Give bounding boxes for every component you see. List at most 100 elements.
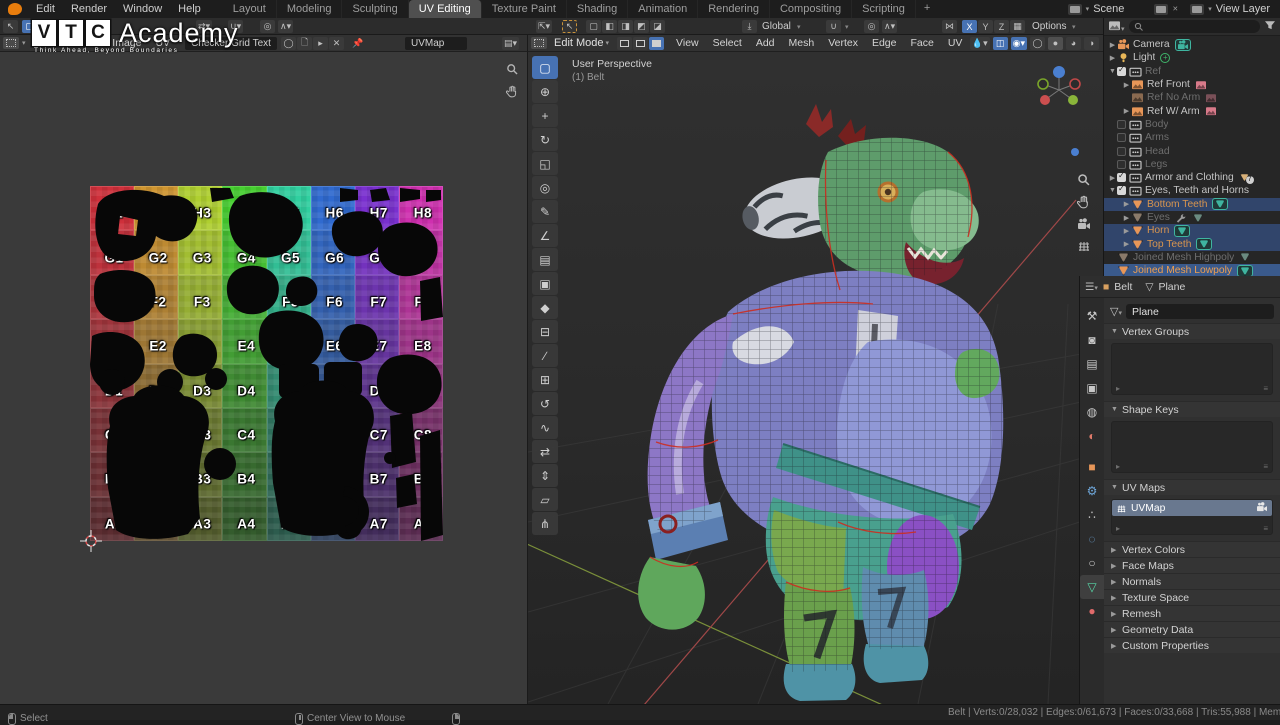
workspace-tab-uv-editing[interactable]: UV Editing bbox=[409, 0, 482, 18]
tool-spin[interactable]: ↺ bbox=[532, 392, 558, 415]
select-mode-extend-icon[interactable]: ◧ bbox=[602, 20, 617, 33]
overlays-icon[interactable]: ◉▾ bbox=[1011, 37, 1027, 50]
snap-caret[interactable]: ▾ bbox=[845, 20, 849, 33]
uv-map-field[interactable]: UVMap bbox=[405, 37, 467, 50]
shading-rendered-icon[interactable]: ◑ bbox=[1084, 37, 1099, 50]
outliner-row-horn[interactable]: ▶Horn bbox=[1104, 224, 1280, 237]
viewport-canvas[interactable]: ▢⊕+↻◱◎✎∠▤▣◆⊟∕⊞↺∿⇄⇕▱⋔ User Perspective (1… bbox=[527, 52, 1103, 704]
outliner-row-bottom-teeth[interactable]: ▶Bottom Teeth bbox=[1104, 198, 1280, 211]
expand-arrow[interactable]: ▼ bbox=[1108, 187, 1117, 194]
render-camera-icon[interactable] bbox=[1256, 502, 1268, 515]
visibility-checkbox[interactable] bbox=[1117, 173, 1126, 182]
xray-toggle-icon[interactable]: ◫ bbox=[993, 37, 1008, 50]
vp-menu-view[interactable]: View bbox=[669, 37, 706, 49]
workspace-tab-texture-paint[interactable]: Texture Paint bbox=[482, 0, 567, 18]
properties-tab-object[interactable]: ■ bbox=[1080, 455, 1104, 479]
properties-editor-icon[interactable]: ☰▾ bbox=[1085, 281, 1098, 293]
vp-tool-dropdown-icon[interactable]: ⇱▾ bbox=[536, 20, 552, 33]
panel-header-normals[interactable]: ▶Normals bbox=[1104, 573, 1280, 589]
list-grip[interactable]: ▸≡ bbox=[1116, 524, 1268, 533]
breadcrumb-data[interactable]: Plane bbox=[1158, 281, 1185, 293]
expand-arrow[interactable]: ▶ bbox=[1108, 54, 1117, 62]
mode-icon[interactable] bbox=[531, 37, 547, 49]
select-mode-subtract-icon[interactable]: ◨ bbox=[618, 20, 633, 33]
menu-edit[interactable]: Edit bbox=[28, 2, 63, 16]
mirror-y-button[interactable]: Y bbox=[978, 20, 993, 33]
eyedropper-icon[interactable]: 💧▾ bbox=[970, 37, 990, 50]
snap-cage-icon[interactable]: ▦ bbox=[1010, 20, 1025, 33]
select-mode-new-icon[interactable]: ▢ bbox=[586, 20, 601, 33]
navigation-gizmo[interactable] bbox=[1031, 62, 1087, 118]
vp-menu-face[interactable]: Face bbox=[904, 37, 941, 49]
mirror-z-button[interactable]: Z bbox=[994, 20, 1009, 33]
tool-shear[interactable]: ▱ bbox=[532, 488, 558, 511]
pin-icon[interactable]: 📌 bbox=[350, 37, 365, 50]
orientation-value[interactable]: Global bbox=[762, 20, 791, 33]
mirror-x-button[interactable]: X bbox=[962, 20, 977, 33]
tool-smooth[interactable]: ∿ bbox=[532, 416, 558, 439]
visibility-checkbox[interactable] bbox=[1117, 133, 1126, 142]
vp-zoom-icon[interactable] bbox=[1073, 170, 1095, 189]
snap-magnet-icon[interactable]: ∪ bbox=[826, 20, 841, 33]
open-image-icon[interactable]: ▸ bbox=[313, 37, 328, 50]
new-image-icon[interactable]: 🗋 bbox=[297, 37, 312, 50]
img-d-icon[interactable] bbox=[1205, 106, 1217, 116]
unlink-scene-icon[interactable]: ✕ bbox=[1172, 5, 1178, 13]
expand-arrow[interactable]: ▶ bbox=[1122, 81, 1131, 89]
tool-inset-faces[interactable]: ▣ bbox=[532, 272, 558, 295]
workspace-add-tab[interactable]: + bbox=[916, 0, 938, 18]
properties-tab-material[interactable]: ● bbox=[1080, 599, 1104, 623]
vp-hand-icon[interactable] bbox=[1073, 192, 1095, 211]
menu-window[interactable]: Window bbox=[115, 2, 170, 16]
tool-poly-build[interactable]: ⊞ bbox=[532, 368, 558, 391]
shading-wireframe-icon[interactable]: ◯ bbox=[1030, 37, 1045, 50]
outliner-row-eyes-teeth-and-horns[interactable]: ▼Eyes, Teeth and Horns bbox=[1104, 184, 1280, 197]
vertex-select-icon[interactable] bbox=[617, 37, 632, 50]
tool-shrink-fatten[interactable]: ⇕ bbox=[532, 464, 558, 487]
panel-header-geometry-data[interactable]: ▶Geometry Data bbox=[1104, 621, 1280, 637]
outliner-row-light[interactable]: ▶Light+ bbox=[1104, 51, 1280, 64]
panel-list-vertex-groups[interactable]: ▸≡ bbox=[1111, 343, 1273, 395]
list-grip[interactable]: ▸≡ bbox=[1116, 462, 1268, 471]
uv-hand-icon[interactable] bbox=[503, 82, 521, 100]
tool-rotate[interactable]: ↻ bbox=[532, 128, 558, 151]
vp-menu-uv[interactable]: UV bbox=[941, 37, 970, 49]
mesh-dim-icon[interactable] bbox=[1239, 252, 1251, 262]
face-select-icon[interactable] bbox=[649, 37, 664, 50]
view-layer-icon[interactable] bbox=[1190, 4, 1204, 15]
properties-tab-scene[interactable]: ◍ bbox=[1080, 400, 1104, 424]
properties-tab-output[interactable]: ▤ bbox=[1080, 352, 1104, 376]
panel-header-face-maps[interactable]: ▶Face Maps bbox=[1104, 557, 1280, 573]
tool-measure[interactable]: ∠ bbox=[532, 224, 558, 247]
outliner-display-mode-icon[interactable]: ▾ bbox=[1108, 20, 1125, 34]
view-layer-caret[interactable]: ▾ bbox=[1208, 5, 1212, 13]
outliner-row-ref-front[interactable]: ▶Ref Front bbox=[1104, 78, 1280, 91]
workspace-tab-rendering[interactable]: Rendering bbox=[698, 0, 770, 18]
visibility-checkbox[interactable] bbox=[1117, 186, 1126, 195]
select-mode-intersect-icon[interactable]: ◪ bbox=[650, 20, 665, 33]
panel-header-vertex-groups[interactable]: ▼Vertex Groups bbox=[1104, 323, 1280, 339]
proportional-edit-icon[interactable]: ◎ bbox=[864, 20, 879, 33]
mirror-icon[interactable]: ⋈ bbox=[942, 20, 957, 33]
outliner-filter-icon[interactable] bbox=[1264, 20, 1276, 33]
vp-ortho-grid-icon[interactable] bbox=[1073, 236, 1095, 255]
options-caret[interactable]: ▾ bbox=[1072, 20, 1076, 33]
mesh-sel-icon[interactable] bbox=[1212, 198, 1228, 210]
vp-menu-mesh[interactable]: Mesh bbox=[782, 37, 822, 49]
vp-camera-icon[interactable] bbox=[1073, 214, 1095, 233]
panel-header-texture-space[interactable]: ▶Texture Space bbox=[1104, 589, 1280, 605]
mesh-dim-icon[interactable] bbox=[1192, 213, 1204, 223]
vp-active-tool-icon[interactable]: ↖ bbox=[562, 20, 577, 33]
properties-tab-world[interactable]: ◐ bbox=[1080, 424, 1104, 448]
orientation-caret[interactable]: ▾ bbox=[797, 20, 801, 33]
mode-caret[interactable]: ▾ bbox=[606, 39, 610, 47]
uv-active-tool-icon[interactable]: ↖ bbox=[3, 20, 18, 33]
properties-tab-modifiers[interactable]: ⚙ bbox=[1080, 479, 1104, 503]
vp-menu-vertex[interactable]: Vertex bbox=[821, 37, 865, 49]
list-item-uvmap[interactable]: UVMap bbox=[1112, 500, 1272, 516]
panel-header-remesh[interactable]: ▶Remesh bbox=[1104, 605, 1280, 621]
outliner-row-head[interactable]: Head bbox=[1104, 144, 1280, 157]
properties-tab-render[interactable]: ◙ bbox=[1080, 328, 1104, 352]
vp-menu-select[interactable]: Select bbox=[706, 37, 749, 49]
outliner-row-armor-and-clothing[interactable]: ▶Armor and Clothing7 bbox=[1104, 171, 1280, 184]
